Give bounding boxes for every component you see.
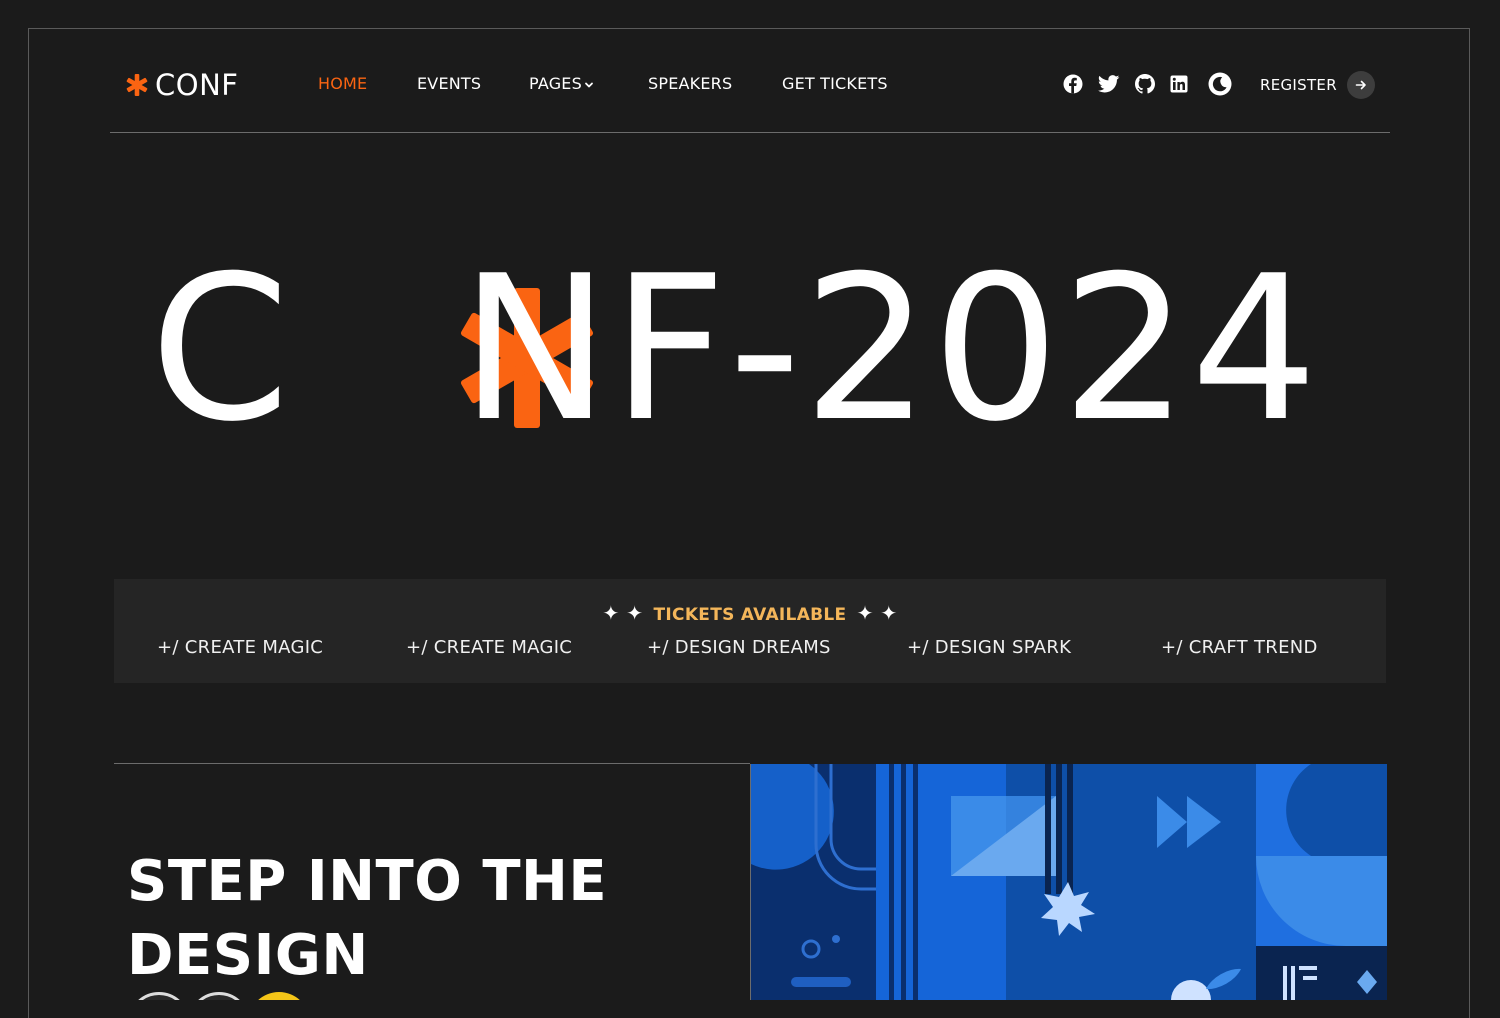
avatar (188, 992, 250, 1000)
asterisk-logo-icon (125, 73, 149, 97)
hero-title-part2: NF-2024 (460, 233, 1320, 466)
avatar (248, 992, 310, 1000)
speaker-avatars (128, 992, 328, 1000)
dark-mode-toggle-icon[interactable] (1208, 72, 1232, 96)
header-divider (110, 132, 1390, 133)
logo-text: CONF (155, 68, 239, 102)
avatar (128, 992, 190, 1000)
tickets-banner: ✦ ✦ TICKETS AVAILABLE ✦ ✦ +/ CREATE MAGI… (114, 579, 1386, 683)
section-divider (114, 763, 750, 764)
ticker-item: +/ DESIGN DREAMS (647, 637, 831, 658)
nav-get-tickets[interactable]: GET TICKETS (782, 72, 888, 96)
hero-title: C NF-2024 (150, 233, 1360, 466)
sparkle-icon: ✦ ✦ (856, 601, 898, 625)
nav-home[interactable]: HOME (318, 72, 367, 96)
github-icon[interactable] (1134, 73, 1156, 95)
ticker-item: +/ CREATE MAGIC (406, 637, 573, 658)
register-button[interactable]: REGISTER (1260, 70, 1375, 100)
nav-speakers[interactable]: SPEAKERS (648, 72, 732, 96)
nav-pages[interactable]: PAGES (529, 72, 594, 97)
hero-title-part1: C (150, 233, 292, 466)
tickets-available-title[interactable]: ✦ ✦ TICKETS AVAILABLE ✦ ✦ (114, 601, 1386, 625)
nav-events[interactable]: EVENTS (417, 72, 481, 96)
register-label: REGISTER (1260, 76, 1337, 94)
linkedin-icon[interactable] (1168, 73, 1190, 95)
twitter-icon[interactable] (1098, 73, 1120, 95)
logo[interactable]: CONF (125, 66, 238, 104)
ticker-item: +/ CRAFT TREND (1161, 637, 1318, 658)
facebook-icon[interactable] (1062, 73, 1084, 95)
arrow-right-icon (1346, 71, 1375, 99)
ticker-item: +/ CREATE MAGIC (157, 637, 324, 658)
tickets-available-label: TICKETS AVAILABLE (653, 605, 847, 625)
ticker-item: +/ DESIGN SPARK (907, 637, 1072, 658)
chevron-down-icon (584, 73, 594, 97)
nav-pages-label: PAGES (529, 74, 582, 93)
section-heading: STEP INTO THE DESIGN (127, 849, 608, 988)
hero-artwork (750, 764, 1387, 1000)
sparkle-icon: ✦ ✦ (602, 601, 644, 625)
